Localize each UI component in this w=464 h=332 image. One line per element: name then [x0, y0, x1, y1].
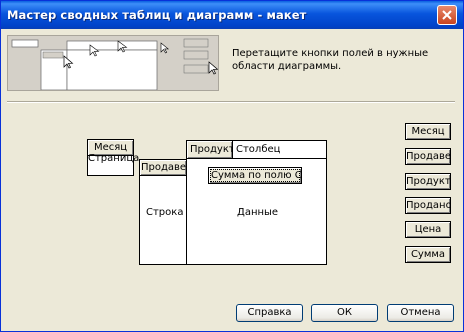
- field-button-sum[interactable]: Сумма: [405, 246, 451, 263]
- data-field-button[interactable]: Сумма по полю Сум: [208, 167, 302, 184]
- title-bar[interactable]: Мастер сводных таблиц и диаграмм - макет: [1, 1, 463, 29]
- layout-preview-image: [7, 35, 219, 91]
- ok-button[interactable]: ОК: [311, 304, 378, 322]
- separator: [7, 101, 455, 103]
- row-field-button[interactable]: Продавец: [139, 159, 187, 176]
- preview-illustration: [8, 36, 218, 90]
- column-field-button-product[interactable]: Продукт: [186, 140, 233, 159]
- row-area-label: Строка: [146, 207, 184, 218]
- field-button-sold[interactable]: Продано: [405, 197, 451, 214]
- column-field-label: Столбец: [236, 144, 281, 155]
- close-icon: [442, 10, 452, 20]
- dialog-window: Мастер сводных таблиц и диаграмм - макет…: [0, 0, 464, 332]
- cancel-button[interactable]: Отмена: [387, 304, 454, 322]
- page-area-label: Страница: [88, 153, 140, 164]
- field-button-price[interactable]: Цена: [405, 221, 451, 238]
- window-title: Мастер сводных таблиц и диаграмм - макет: [7, 8, 307, 22]
- field-button-product[interactable]: Продукт: [405, 173, 451, 190]
- data-area-label: Данные: [237, 207, 279, 218]
- instructions-text: Перетащите кнопки полей в нужные области…: [232, 48, 429, 72]
- help-button[interactable]: Справка: [236, 304, 303, 322]
- close-button[interactable]: [437, 5, 457, 25]
- field-button-seller[interactable]: Продавец: [405, 148, 451, 165]
- field-button-month[interactable]: Месяц: [405, 123, 451, 140]
